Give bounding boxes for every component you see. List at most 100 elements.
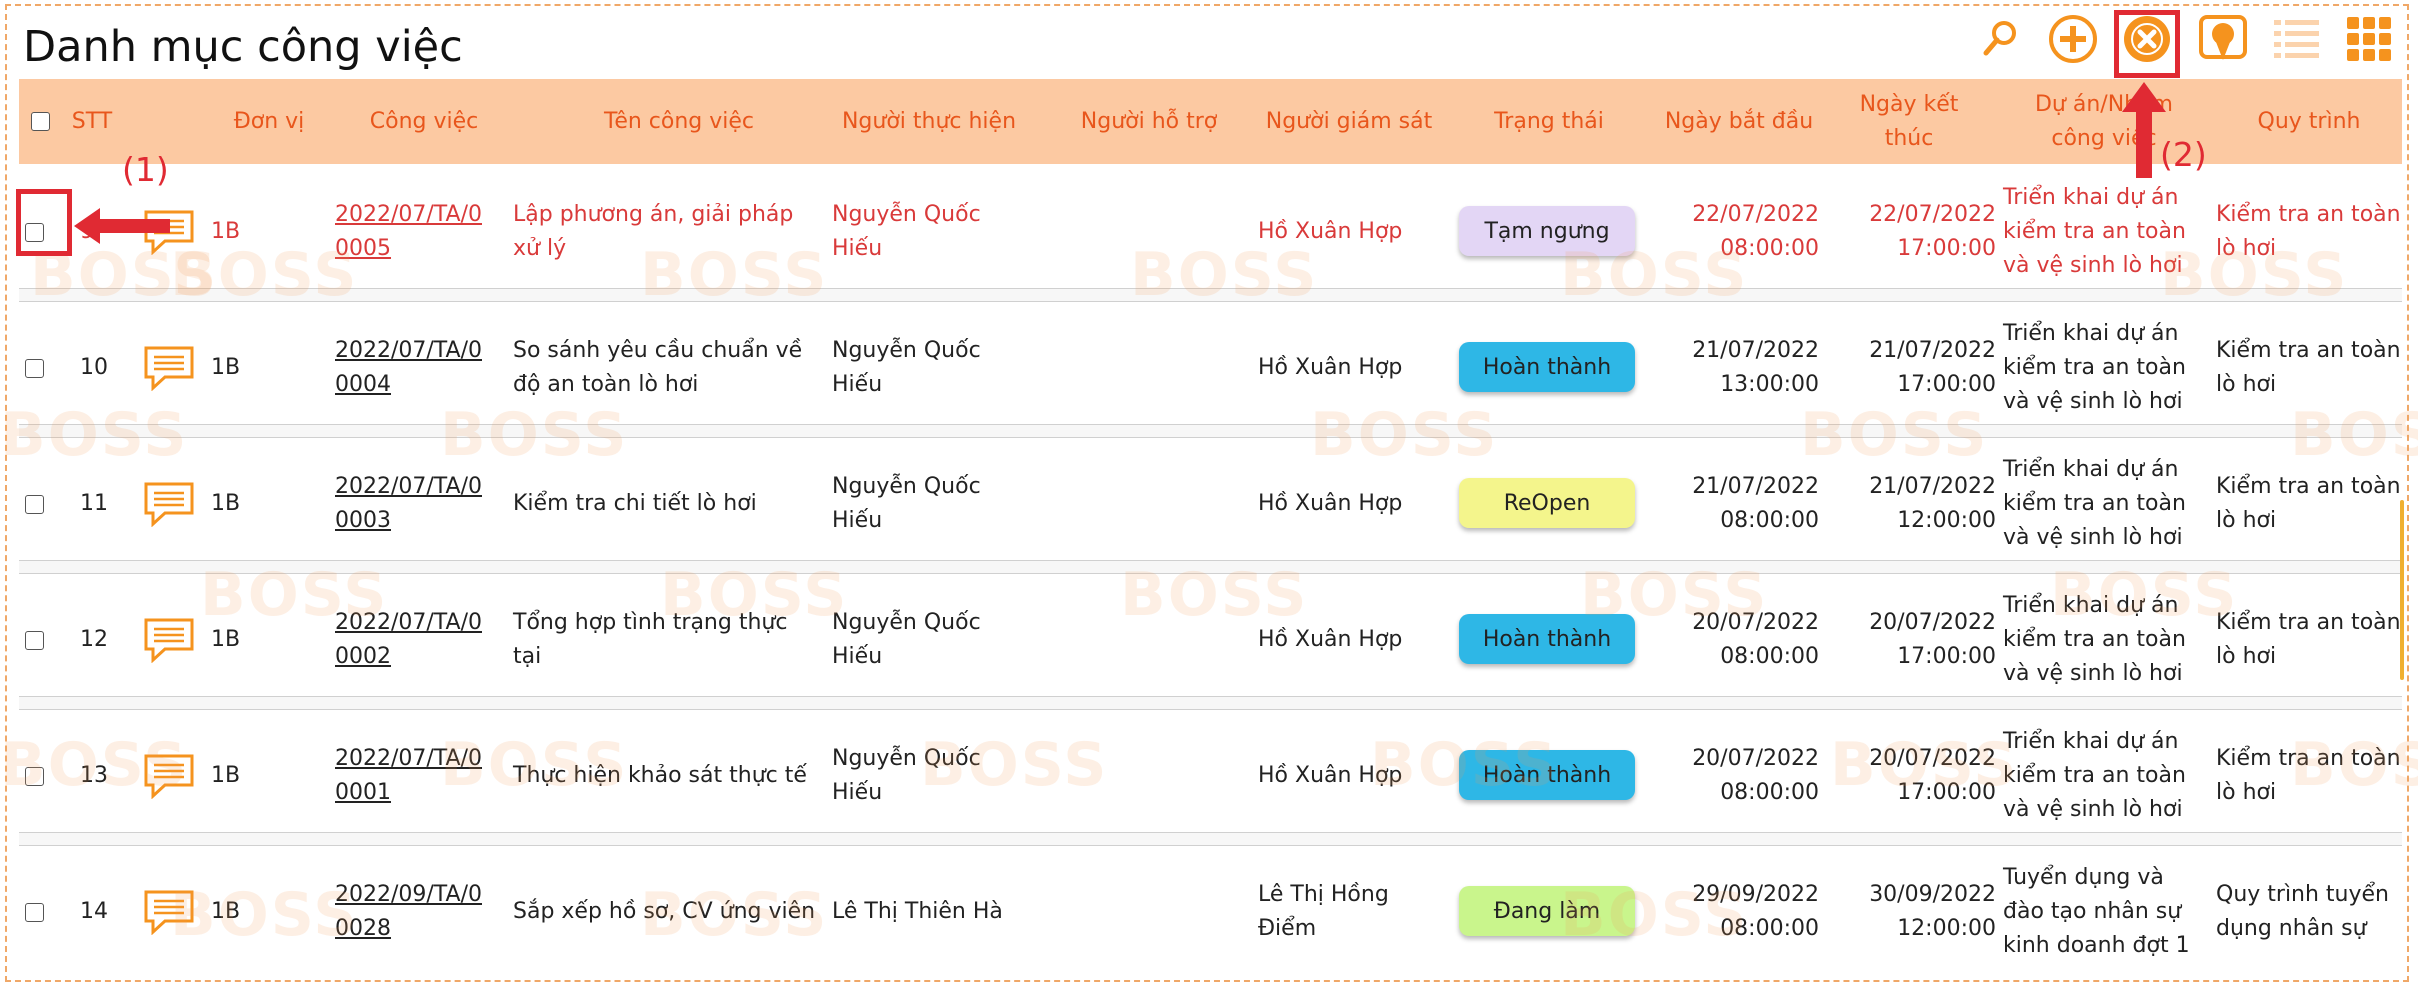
row-checkbox[interactable] xyxy=(25,494,44,514)
end-date: 21/07/2022 17:00:00 xyxy=(1824,300,1996,436)
task-code-line2[interactable]: 0004 xyxy=(335,368,391,402)
arrow-left-icon xyxy=(74,208,170,244)
col-end-date[interactable]: Ngày kết thúc xyxy=(1829,79,1989,164)
search-icon[interactable] xyxy=(1973,12,2027,66)
start-date: 29/09/2022 08:00:00 xyxy=(1639,844,1819,980)
col-status[interactable]: Trạng thái xyxy=(1459,79,1639,164)
list-view-icon[interactable] xyxy=(2270,12,2324,66)
row-checkbox-cell[interactable] xyxy=(25,844,44,980)
grid-view-icon[interactable] xyxy=(2342,12,2396,66)
task-code-line1[interactable]: 2022/07/TA/0 xyxy=(335,606,482,640)
assignee: Nguyễn Quốc Hiếu xyxy=(832,436,981,572)
task-code-link[interactable]: 2022/09/TA/0 0028 xyxy=(335,844,482,980)
project-line3: và vệ sinh lò hơi xyxy=(2003,661,2183,686)
task-code-link[interactable]: 2022/07/TA/0 0001 xyxy=(335,708,482,844)
task-table: STT Đơn vị Công việc Tên công việc Người… xyxy=(19,79,2402,164)
task-code-link[interactable]: 2022/07/TA/0 0002 xyxy=(335,572,482,708)
row-checkbox[interactable] xyxy=(25,358,44,378)
col-start-date[interactable]: Ngày bắt đầu xyxy=(1639,79,1839,164)
task-code-line1[interactable]: 2022/07/TA/0 xyxy=(335,334,482,368)
col-end-date-line1: Ngày kết xyxy=(1859,91,1959,117)
col-unit[interactable]: Đơn vị xyxy=(219,79,319,164)
row-checkbox[interactable] xyxy=(25,766,44,786)
end-date: 21/07/2022 12:00:00 xyxy=(1824,436,1996,572)
assignee-line1: Nguyễn Quốc xyxy=(832,202,981,227)
comment-icon[interactable] xyxy=(143,300,195,436)
task-name-line1: Tổng hợp tình trạng thực xyxy=(513,610,788,635)
supervisor-line1: Hồ Xuân Hợp xyxy=(1258,355,1403,380)
task-code-line2[interactable]: 0002 xyxy=(335,640,391,674)
comment-icon[interactable] xyxy=(143,708,195,844)
end-date-line2: 17:00:00 xyxy=(1897,780,1996,805)
start-date: 21/07/2022 08:00:00 xyxy=(1639,436,1819,572)
start-date-line1: 20/07/2022 xyxy=(1692,746,1819,771)
col-stt[interactable]: STT xyxy=(67,79,117,164)
row-checkbox[interactable] xyxy=(25,902,44,922)
assignee-line1: Nguyễn Quốc xyxy=(832,474,981,499)
add-icon[interactable] xyxy=(2046,12,2100,66)
task-name-line2: xử lý xyxy=(513,236,567,261)
row-checkbox-cell[interactable] xyxy=(25,708,44,844)
end-date: 30/09/2022 12:00:00 xyxy=(1824,844,1996,980)
task-code-link[interactable]: 2022/07/TA/0 0003 xyxy=(335,436,482,572)
status-badge[interactable]: Hoàn thành xyxy=(1459,614,1635,664)
assignee-line2: Hiếu xyxy=(832,236,883,261)
col-supporter[interactable]: Người hỗ trợ xyxy=(1059,79,1239,164)
task-code-line2[interactable]: 0005 xyxy=(335,232,391,266)
table-row[interactable]: 91B2022/07/TA/00005Lập phương án, giải p… xyxy=(19,164,2402,300)
col-supervisor[interactable]: Người giám sát xyxy=(1249,79,1449,164)
status-badge[interactable]: Hoàn thành xyxy=(1459,342,1635,392)
end-date-line1: 21/07/2022 xyxy=(1869,474,1996,499)
row-checkbox-cell[interactable] xyxy=(25,436,44,572)
end-date-line2: 17:00:00 xyxy=(1897,372,1996,397)
task-code-link[interactable]: 2022/07/TA/0 0004 xyxy=(335,300,482,436)
row-checkbox[interactable] xyxy=(25,630,44,650)
table-row[interactable]: 14 1B 2022/09/TA/0 0028 Sắp xếp hồ sơ, CV ứn… xyxy=(19,832,2402,980)
process: Kiểm tra an toàn lò hơi xyxy=(2216,436,2401,572)
row-stt: 12 xyxy=(80,627,108,652)
col-process[interactable]: Quy trình xyxy=(2219,79,2399,164)
comment-icon[interactable] xyxy=(143,572,195,708)
table-row[interactable]: 12 1B 2022/07/TA/0 0002 Tổng hợp tình trạng … xyxy=(19,560,2402,708)
end-date-line2: 17:00:00 xyxy=(1897,644,1996,669)
col-assignee[interactable]: Người thực hiện xyxy=(829,79,1029,164)
row-checkbox-cell[interactable] xyxy=(25,300,44,436)
task-code-line1[interactable]: 2022/07/TA/0 xyxy=(335,742,482,776)
end-date-line2: 12:00:00 xyxy=(1897,916,1996,941)
task-code-line1[interactable]: 2022/07/TA/0 xyxy=(335,470,482,504)
assignee-line2: Hiếu xyxy=(832,780,883,805)
table-row[interactable]: 11 1B 2022/07/TA/0 0003 Kiểm tra chi tiết lò… xyxy=(19,424,2402,572)
task-name: Kiểm tra chi tiết lò hơi xyxy=(513,436,757,572)
project-line2: kiểm tra an toàn xyxy=(2003,355,2186,380)
end-date-line2: 17:00:00 xyxy=(1897,236,1996,261)
comment-icon[interactable] xyxy=(143,436,195,572)
row-checkbox-cell[interactable] xyxy=(25,572,44,708)
select-all-checkbox-cell[interactable] xyxy=(25,79,55,164)
supervisor-line1: Hồ Xuân Hợp xyxy=(1258,763,1403,788)
task-code-line2[interactable]: 0003 xyxy=(335,504,391,538)
row-unit: 1B xyxy=(211,355,241,380)
col-task-name[interactable]: Tên công việc xyxy=(509,79,849,164)
task-code-link[interactable]: 2022/07/TA/0 0005 xyxy=(335,164,482,300)
end-date: 22/07/2022 17:00:00 xyxy=(1824,164,1996,300)
assignee-line1: Nguyễn Quốc xyxy=(832,338,981,363)
task-code-line2[interactable]: 0028 xyxy=(335,912,391,946)
col-task[interactable]: Công việc xyxy=(339,79,509,164)
comment-icon[interactable] xyxy=(143,844,195,980)
assignee-line2: Hiếu xyxy=(832,644,883,669)
table-row[interactable]: 10 1B 2022/07/TA/0 0004 So sánh yêu cầu chuẩ… xyxy=(19,288,2402,436)
status-badge[interactable]: Đang làm xyxy=(1459,886,1635,936)
status-badge[interactable]: Tạm ngưng xyxy=(1459,206,1635,256)
status-badge[interactable]: ReOpen xyxy=(1459,478,1635,528)
select-all-checkbox[interactable] xyxy=(30,112,50,131)
project: Triển khai dự án kiểm tra an toàn và vệ si… xyxy=(2003,164,2186,300)
process-line1: Kiểm tra an toàn xyxy=(2216,202,2401,227)
vertical-scrollbar[interactable] xyxy=(2400,500,2404,680)
task-code-line1[interactable]: 2022/09/TA/0 xyxy=(335,878,482,912)
task-code-line2[interactable]: 0001 xyxy=(335,776,391,810)
table-row[interactable]: 13 1B 2022/07/TA/0 0001 Thực hiện khảo sát t… xyxy=(19,696,2402,844)
status-badge[interactable]: Hoàn thành xyxy=(1459,750,1635,800)
filter-icon[interactable] xyxy=(2196,12,2250,66)
task-code-line1[interactable]: 2022/07/TA/0 xyxy=(335,198,482,232)
task-name-line1: So sánh yêu cầu chuẩn về xyxy=(513,338,803,363)
